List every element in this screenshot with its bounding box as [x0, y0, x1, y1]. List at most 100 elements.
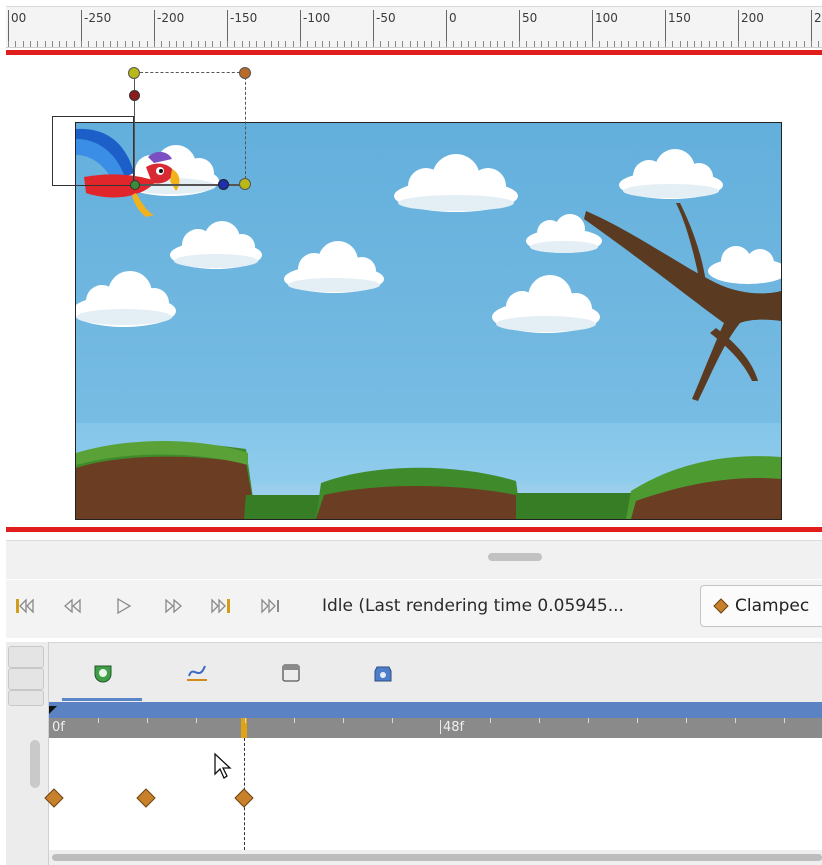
time-slider[interactable]	[49, 718, 822, 738]
seek-prev-keyframe-button[interactable]	[60, 594, 86, 618]
ruler-minor-tick	[191, 41, 192, 47]
tab-library[interactable]	[370, 660, 396, 686]
keyframe-track-area[interactable]	[49, 738, 822, 850]
angle-handle-corner[interactable]	[239, 67, 251, 79]
seek-prev-keyframe-icon	[64, 598, 81, 614]
ruler-minor-tick	[37, 41, 38, 47]
ruler-minor-tick	[701, 41, 702, 47]
ruler-minor-tick	[774, 41, 775, 47]
canvas-stage[interactable]	[75, 122, 782, 520]
vertical-scrollbar-thumb[interactable]	[30, 740, 40, 788]
tab-curves[interactable]	[184, 660, 210, 686]
ruler-minor-tick	[709, 41, 710, 47]
ruler-label: 200	[741, 11, 764, 25]
ruler-minor-tick	[81, 41, 82, 47]
ruler-label: 00	[11, 11, 27, 25]
ruler-minor-tick	[431, 41, 432, 47]
seek-next-keyframe-icon	[165, 598, 182, 614]
ruler-minor-tick	[621, 41, 622, 47]
ruler-minor-tick	[307, 41, 308, 47]
range-start-marker[interactable]	[49, 706, 57, 714]
tab-keyframes[interactable]	[278, 660, 304, 686]
ruler-minor-tick	[198, 41, 199, 47]
interpolation-dropdown[interactable]: Clampec	[700, 585, 822, 627]
ruler-minor-tick	[672, 41, 673, 47]
ruler-minor-tick	[373, 41, 374, 47]
mouse-cursor-icon	[212, 752, 234, 784]
active-tab-indicator	[62, 698, 142, 701]
ruler-minor-tick	[599, 41, 600, 47]
splitter-grip[interactable]	[488, 553, 542, 561]
vertical-axis-handle-line	[134, 72, 135, 184]
ruler-minor-tick	[351, 41, 352, 47]
panel-tabs	[49, 642, 822, 703]
ruler-minor-tick	[264, 41, 265, 47]
timebar-minor-tick	[784, 718, 785, 723]
ruler-minor-tick	[585, 41, 586, 47]
ruler-label: 100	[595, 11, 618, 25]
seek-end-icon	[261, 598, 279, 614]
seek-end-button[interactable]	[258, 594, 284, 618]
play-button[interactable]	[110, 594, 136, 618]
ruler-minor-tick	[628, 41, 629, 47]
ruler-label: -50	[376, 11, 396, 25]
ruler-minor-tick	[607, 41, 608, 47]
ruler-minor-tick	[760, 41, 761, 47]
ruler-minor-tick	[183, 41, 184, 47]
ruler-minor-tick	[169, 41, 170, 47]
ruler-minor-tick	[59, 41, 60, 47]
timebar-minor-tick	[294, 718, 295, 723]
seek-end-keyframe-button[interactable]	[208, 594, 234, 618]
panel-header-cell[interactable]	[8, 668, 44, 690]
tab-params[interactable]	[90, 660, 116, 686]
timebar-minor-tick	[147, 718, 148, 723]
time-cursor-handle[interactable]	[241, 718, 247, 738]
keyframe-marker[interactable]	[234, 788, 254, 812]
origin-handle[interactable]	[130, 180, 140, 190]
bottom-guide-line	[6, 527, 822, 532]
ruler-minor-tick	[278, 41, 279, 47]
ruler-minor-tick	[132, 41, 133, 47]
keyframe-marker[interactable]	[44, 788, 64, 812]
width-handle[interactable]	[218, 179, 229, 190]
keyframes-tab-icon	[282, 664, 300, 682]
ruler-minor-tick	[687, 41, 688, 47]
ruler-minor-tick	[358, 41, 359, 47]
panel-header-cell[interactable]	[8, 646, 44, 668]
dashed-guide-top	[135, 72, 245, 73]
curves-tab-icon	[187, 665, 207, 681]
seek-begin-icon	[16, 598, 34, 614]
horizontal-scrollbar-thumb[interactable]	[52, 854, 822, 861]
time-range-bar[interactable]	[49, 702, 822, 718]
ruler-minor-tick	[541, 41, 542, 47]
scale-handle-top[interactable]	[128, 67, 140, 79]
ruler-label: -250	[84, 11, 112, 25]
ruler-minor-tick	[66, 41, 67, 47]
ruler-minor-tick	[723, 41, 724, 47]
ruler-minor-tick	[665, 41, 666, 47]
horizontal-ruler[interactable]: 00 -250 -200 -150 -100 -50 0 50 100 150 200 250	[6, 6, 822, 48]
keyframe-marker[interactable]	[136, 788, 156, 812]
timebar-minor-tick	[686, 718, 687, 723]
seek-next-keyframe-button[interactable]	[160, 594, 186, 618]
seek-begin-button[interactable]	[12, 594, 38, 618]
ruler-minor-tick	[738, 41, 739, 47]
scale-handle-right[interactable]	[239, 178, 251, 190]
ruler-minor-tick	[23, 41, 24, 47]
bone-bounding-box[interactable]	[52, 116, 134, 186]
panel-splitter[interactable]	[6, 540, 822, 579]
ruler-minor-tick	[96, 41, 97, 47]
ruler-minor-tick	[103, 41, 104, 47]
clamped-diamond-icon	[713, 598, 729, 614]
ruler-minor-tick	[577, 41, 578, 47]
ruler-minor-tick	[818, 41, 819, 47]
ruler-minor-tick	[45, 41, 46, 47]
ruler-minor-tick	[716, 41, 717, 47]
ruler-minor-tick	[731, 41, 732, 47]
timebar-minor-tick	[343, 718, 344, 723]
ruler-minor-tick	[745, 41, 746, 47]
rotation-handle[interactable]	[129, 90, 140, 101]
ruler-minor-tick	[483, 41, 484, 47]
ruler-minor-tick	[205, 41, 206, 47]
panel-header-cell[interactable]	[8, 690, 44, 706]
